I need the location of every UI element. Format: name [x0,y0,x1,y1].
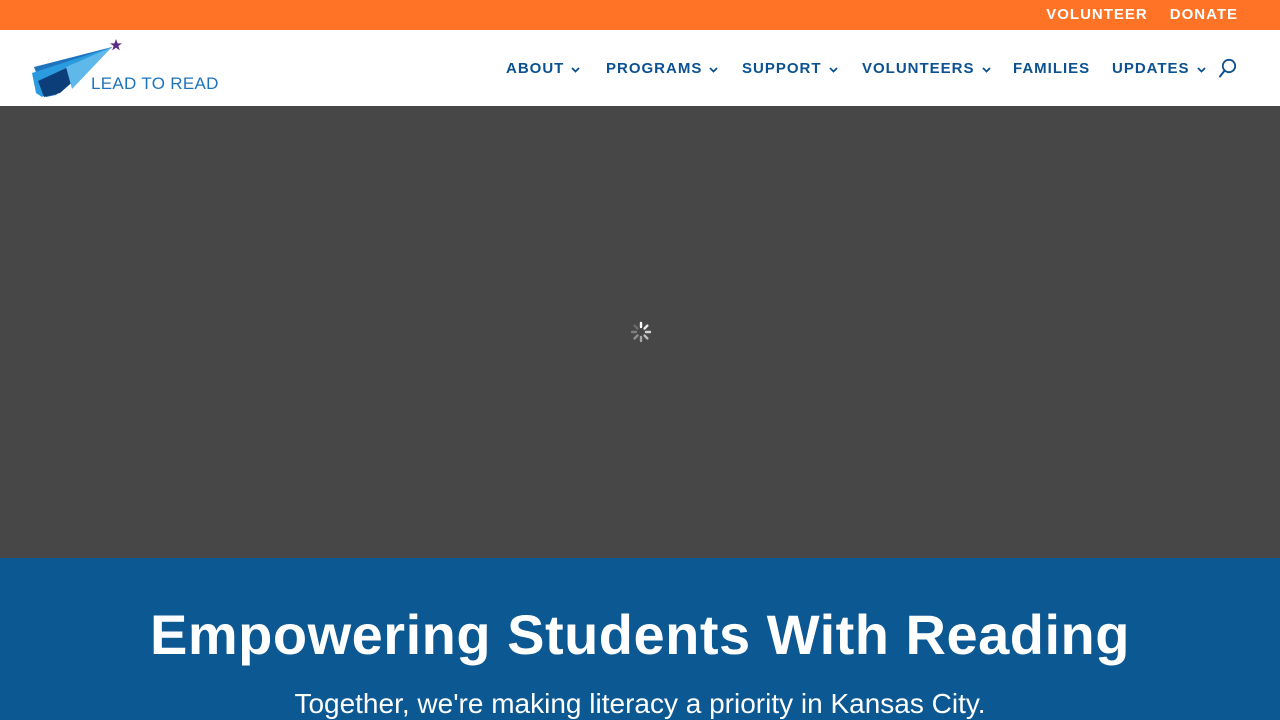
nav-item-volunteers[interactable]: VOLUNTEERS [862,30,992,106]
chevron-down-icon [1196,66,1206,73]
search-icon[interactable] [1218,58,1238,80]
top-utility-bar: VOLUNTEER DONATE [0,0,1280,30]
volunteer-link[interactable]: VOLUNTEER [1046,0,1148,30]
mission-banner: Empowering Students With Reading Togethe… [0,558,1280,720]
chevron-down-icon [571,66,580,73]
nav-item-label: UPDATES [1112,59,1190,77]
nav-item-label: FAMILIES [1013,59,1091,77]
chevron-down-icon [709,66,718,73]
nav-item-families[interactable]: FAMILIES [1013,30,1090,106]
nav-item-about[interactable]: ABOUT [506,30,581,106]
donate-link[interactable]: DONATE [1170,0,1238,30]
banner-title: Empowering Students With Reading [150,603,1130,666]
nav-item-label: SUPPORT [742,59,822,77]
loading-spinner-icon [630,321,652,343]
chevron-down-icon [828,66,838,73]
nav-item-label: ABOUT [506,59,565,77]
site-header: LEAD TO READ ABOUT PROGRAMS SUPPORT VOLU… [0,30,1280,106]
nav-item-label: VOLUNTEERS [862,59,975,77]
nav-item-support[interactable]: SUPPORT [742,30,839,106]
nav-item-updates[interactable]: UPDATES [1112,30,1207,106]
nav-item-programs[interactable]: PROGRAMS [606,30,719,106]
banner-subtitle: Together, we're making literacy a priori… [294,688,986,719]
main-nav: ABOUT PROGRAMS SUPPORT VOLUNTEERS FAMILI… [0,30,1280,106]
chevron-down-icon [981,66,991,73]
nav-item-label: PROGRAMS [606,59,703,77]
